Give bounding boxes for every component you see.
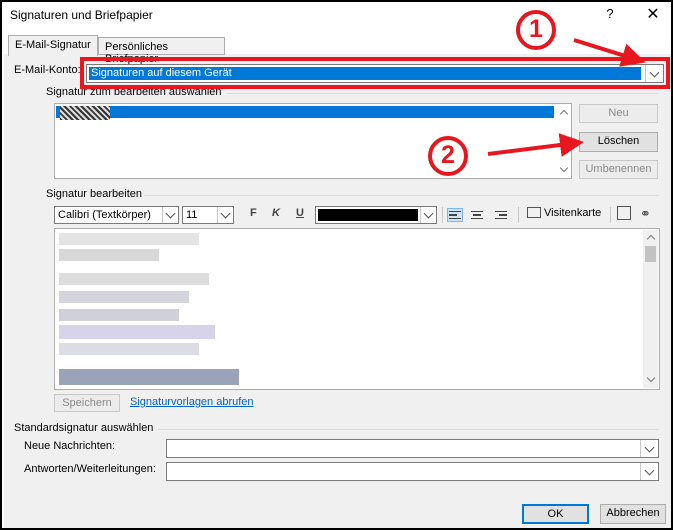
annotation-arrow-1	[573, 38, 646, 67]
dialog-window: Signaturen und Briefpapier ? ✕ E-Mail-Si…	[0, 0, 673, 530]
annotation-arrows	[487, 38, 646, 157]
annotation-arrow-2	[487, 133, 584, 157]
